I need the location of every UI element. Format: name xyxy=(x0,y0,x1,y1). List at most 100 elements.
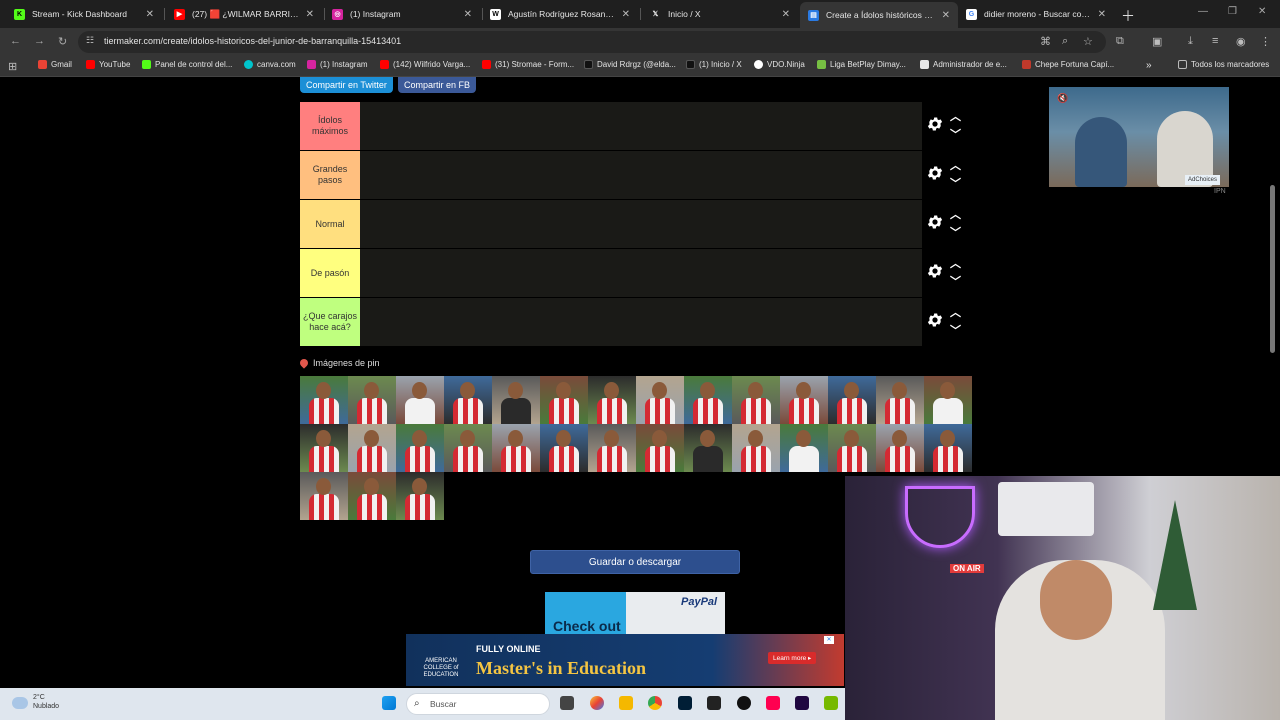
obs-icon[interactable] xyxy=(707,696,721,710)
move-up-icon[interactable]: ︿ xyxy=(950,255,961,271)
gear-icon[interactable] xyxy=(926,164,944,182)
close-icon[interactable]: ✕ xyxy=(942,10,950,21)
player-image[interactable] xyxy=(828,376,876,424)
player-image[interactable] xyxy=(396,376,444,424)
mute-icon[interactable]: 🔇 xyxy=(1057,93,1068,104)
extensions-icon[interactable]: ⧉ xyxy=(1116,35,1124,48)
window-close-icon[interactable]: ✕ xyxy=(1258,6,1266,17)
player-image[interactable] xyxy=(828,424,876,472)
translate-icon[interactable]: ⌘ xyxy=(1040,35,1051,48)
tab-youtube[interactable]: ▶ (27) 🟥 ¿WILMAR BARRIOS Y A ✕ xyxy=(166,3,322,25)
move-down-icon[interactable]: ﹀ xyxy=(950,273,961,289)
move-down-icon[interactable]: ﹀ xyxy=(950,175,961,191)
close-icon[interactable]: ✕ xyxy=(782,9,790,20)
player-image[interactable] xyxy=(540,376,588,424)
copilot-icon[interactable] xyxy=(590,696,604,710)
tab-x[interactable]: 𝕏 Inicio / X ✕ xyxy=(642,3,798,25)
bookmark-youtube[interactable]: YouTube xyxy=(86,60,130,69)
app-icon[interactable] xyxy=(737,696,751,710)
player-image[interactable] xyxy=(588,376,636,424)
move-down-icon[interactable]: ﹀ xyxy=(950,224,961,240)
gear-icon[interactable] xyxy=(926,213,944,231)
gear-icon[interactable] xyxy=(926,311,944,329)
menu-icon[interactable]: ⋮ xyxy=(1260,35,1271,48)
player-image[interactable] xyxy=(588,424,636,472)
player-image[interactable] xyxy=(348,376,396,424)
video-ad[interactable]: 🔇 AdChoices xyxy=(1049,87,1229,187)
player-image[interactable] xyxy=(540,424,588,472)
player-image[interactable] xyxy=(444,424,492,472)
profile-icon[interactable]: ◉ xyxy=(1236,35,1246,48)
player-image[interactable] xyxy=(780,424,828,472)
bookmark-x[interactable]: (1) Inicio / X xyxy=(686,60,742,69)
after-effects-icon[interactable] xyxy=(795,696,809,710)
tab-google[interactable]: G didier moreno - Buscar con Go ✕ xyxy=(958,3,1114,25)
taskbar-search[interactable] xyxy=(406,693,550,715)
bookmark-chepe[interactable]: Chepe Fortuna Capí... xyxy=(1022,60,1114,69)
close-icon[interactable]: ✕ xyxy=(464,9,472,20)
player-image[interactable] xyxy=(780,376,828,424)
tier-label[interactable]: De pasón xyxy=(300,249,360,297)
media-icon[interactable]: ≡ xyxy=(1212,35,1218,47)
player-image[interactable] xyxy=(492,376,540,424)
url-text[interactable]: tiermaker.com/create/idolos-historicos-d… xyxy=(104,36,401,46)
zoom-icon[interactable]: ⌕ xyxy=(1062,35,1068,48)
adchoices-badge[interactable]: AdChoices xyxy=(1185,175,1221,185)
scrollbar-thumb[interactable] xyxy=(1270,185,1275,353)
chrome-icon[interactable] xyxy=(648,696,662,710)
tier-label[interactable]: ¿Que carajos hace acá? xyxy=(300,298,360,346)
move-down-icon[interactable]: ﹀ xyxy=(950,322,961,338)
player-image[interactable] xyxy=(300,424,348,472)
reload-icon[interactable]: ↻ xyxy=(58,35,67,48)
save-download-button[interactable]: Guardar o descargar xyxy=(530,550,740,574)
bookmark-instagram[interactable]: (1) Instagram xyxy=(307,60,368,69)
site-info-icon[interactable]: ☷ xyxy=(86,35,94,46)
bookmarks-overflow-icon[interactable]: » xyxy=(1146,60,1152,71)
player-image[interactable] xyxy=(876,424,924,472)
tier-dropzone[interactable] xyxy=(360,249,922,297)
education-ad[interactable]: AMERICAN COLLEGE of EDUCATION FULLY ONLI… xyxy=(406,634,844,686)
forward-icon[interactable]: → xyxy=(34,35,45,47)
close-icon[interactable]: ✕ xyxy=(146,9,154,20)
player-image[interactable] xyxy=(300,376,348,424)
nvidia-icon[interactable] xyxy=(824,696,838,710)
ad-close-icon[interactable]: ✕ xyxy=(824,636,834,644)
bookmark-kick[interactable]: Panel de control del... xyxy=(142,60,232,69)
tier-label[interactable]: Normal xyxy=(300,200,360,248)
close-icon[interactable]: ✕ xyxy=(1098,9,1106,20)
share-twitter-button[interactable]: Compartir en Twitter xyxy=(300,77,393,93)
start-icon[interactable] xyxy=(382,696,396,710)
tier-dropzone[interactable] xyxy=(360,102,922,150)
close-icon[interactable]: ✕ xyxy=(622,9,630,20)
player-image[interactable] xyxy=(924,376,972,424)
player-image[interactable] xyxy=(396,472,444,520)
bookmark-wilfrido[interactable]: (142) Wilfrido Varga... xyxy=(380,60,470,69)
tier-label[interactable]: Grandes pasos xyxy=(300,151,360,199)
move-up-icon[interactable]: ︿ xyxy=(950,157,961,173)
close-icon[interactable]: ✕ xyxy=(306,9,314,20)
player-image[interactable] xyxy=(348,424,396,472)
move-down-icon[interactable]: ﹀ xyxy=(950,126,961,142)
weather-widget[interactable]: 2°C Nublado xyxy=(33,693,59,711)
bookmark-star-icon[interactable]: ☆ xyxy=(1083,35,1093,48)
move-up-icon[interactable]: ︿ xyxy=(950,206,961,222)
move-up-icon[interactable]: ︿ xyxy=(950,108,961,124)
restore-icon[interactable]: ❐ xyxy=(1228,6,1237,17)
tiktok-icon[interactable] xyxy=(766,696,780,710)
bookmark-stromae[interactable]: (31) Stromae - Form... xyxy=(482,60,574,69)
player-image[interactable] xyxy=(396,424,444,472)
all-bookmarks[interactable]: Todos los marcadores xyxy=(1178,60,1269,69)
player-image[interactable] xyxy=(876,376,924,424)
player-image[interactable] xyxy=(300,472,348,520)
minimize-icon[interactable]: — xyxy=(1198,6,1208,17)
new-tab-icon[interactable]: ＋ xyxy=(1121,6,1135,26)
player-image[interactable] xyxy=(348,472,396,520)
learn-more-button[interactable]: Learn more ▸ xyxy=(768,652,817,664)
player-image[interactable] xyxy=(444,376,492,424)
task-view-icon[interactable] xyxy=(560,696,574,710)
tier-dropzone[interactable] xyxy=(360,151,922,199)
tab-wikipedia[interactable]: W Agustín Rodríguez Rosano - W ✕ xyxy=(482,3,638,25)
bookmark-canva[interactable]: canva.com xyxy=(244,60,296,69)
share-facebook-button[interactable]: Compartir en FB xyxy=(398,77,477,93)
player-image[interactable] xyxy=(636,424,684,472)
